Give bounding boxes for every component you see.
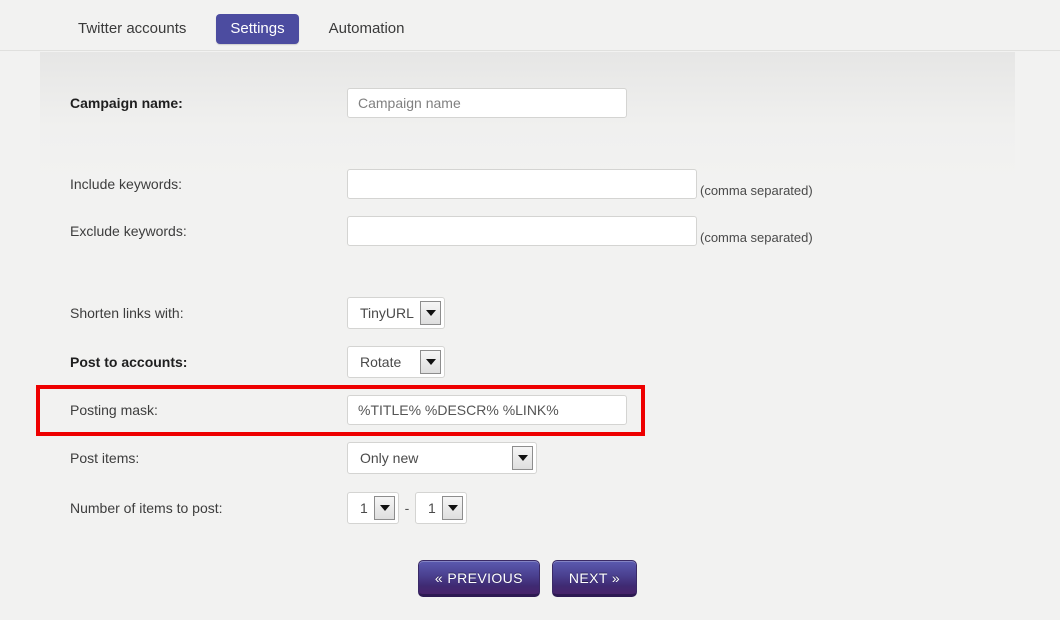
field-row-include-keywords: Include keywords: (comma separated) — [70, 169, 813, 199]
field-row-post-items: Post items: Only new — [70, 442, 537, 474]
shorten-links-value: TinyURL — [360, 305, 414, 321]
posting-mask-input[interactable] — [347, 395, 627, 425]
post-items-select[interactable]: Only new — [347, 442, 537, 474]
include-keywords-input[interactable] — [347, 169, 697, 199]
label-shorten-links: Shorten links with: — [70, 305, 184, 321]
tab-twitter-accounts[interactable]: Twitter accounts — [64, 14, 200, 44]
label-post-to-accounts: Post to accounts: — [70, 354, 188, 370]
tab-automation[interactable]: Automation — [315, 14, 419, 44]
chevron-down-icon[interactable] — [374, 496, 395, 520]
field-row-post-to-accounts: Post to accounts: Rotate — [70, 346, 445, 378]
wizard-navigation: « PREVIOUS NEXT » — [40, 560, 1015, 597]
field-row-exclude-keywords: Exclude keywords: (comma separated) — [70, 216, 813, 246]
campaign-name-input[interactable] — [347, 88, 627, 118]
number-of-items-to-select[interactable]: 1 — [415, 492, 467, 524]
tab-spacer — [299, 29, 315, 30]
field-row-campaign-name: Campaign name: — [70, 88, 627, 118]
label-post-items: Post items: — [70, 450, 140, 466]
field-row-number-of-items: Number of items to post: 1 - 1 — [70, 492, 467, 524]
label-include-keywords: Include keywords: — [70, 176, 183, 192]
post-to-accounts-value: Rotate — [360, 354, 402, 370]
number-of-items-from-value: 1 — [360, 500, 368, 516]
chevron-down-icon[interactable] — [512, 446, 533, 470]
exclude-keywords-input[interactable] — [347, 216, 697, 246]
post-to-accounts-select[interactable]: Rotate — [347, 346, 445, 378]
number-of-items-to-value: 1 — [428, 500, 436, 516]
exclude-keywords-hint: (comma separated) — [700, 229, 813, 245]
chevron-down-icon[interactable] — [420, 350, 441, 374]
shorten-links-select[interactable]: TinyURL — [347, 297, 445, 329]
field-row-shorten-links: Shorten links with: TinyURL — [70, 297, 445, 329]
tab-settings[interactable]: Settings — [216, 14, 299, 44]
label-campaign-name: Campaign name: — [70, 95, 183, 111]
tab-list: Twitter accounts Settings Automation — [64, 14, 418, 44]
chevron-down-icon[interactable] — [442, 496, 463, 520]
number-of-items-from-select[interactable]: 1 — [347, 492, 399, 524]
settings-form: Campaign name: Include keywords: (comma … — [36, 52, 1015, 597]
tab-bar: Twitter accounts Settings Automation — [0, 0, 1060, 51]
previous-button[interactable]: « PREVIOUS — [417, 560, 540, 597]
include-keywords-hint: (comma separated) — [700, 182, 813, 198]
chevron-down-icon[interactable] — [420, 301, 441, 325]
tab-spacer — [200, 29, 216, 30]
label-exclude-keywords: Exclude keywords: — [70, 223, 187, 239]
number-range-separator: - — [404, 500, 410, 516]
label-posting-mask: Posting mask: — [70, 402, 158, 418]
label-number-of-items: Number of items to post: — [70, 500, 223, 516]
next-button[interactable]: NEXT » — [551, 560, 638, 597]
settings-panel: Campaign name: Include keywords: (comma … — [36, 52, 1015, 597]
post-items-value: Only new — [360, 450, 419, 466]
field-row-posting-mask: Posting mask: — [70, 395, 627, 425]
